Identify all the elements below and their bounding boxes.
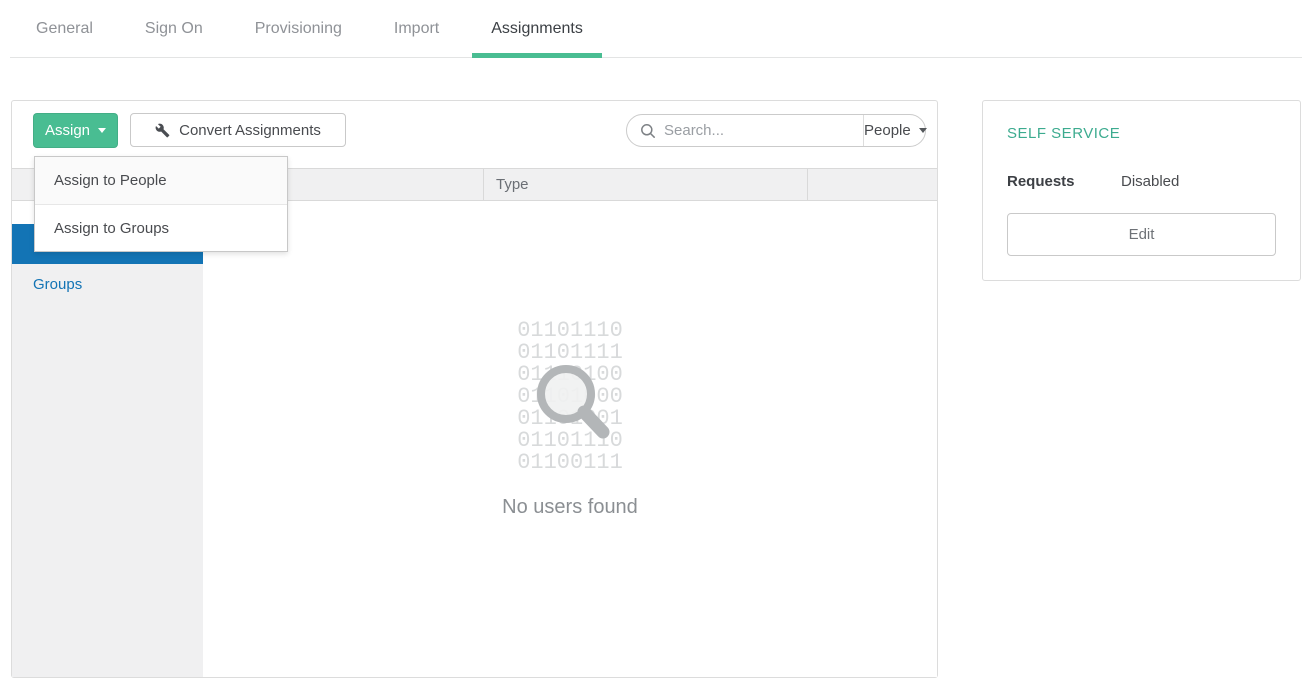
search-input-area xyxy=(627,115,863,146)
convert-assignments-label: Convert Assignments xyxy=(179,122,321,139)
requests-row: Requests Disabled xyxy=(1007,173,1276,190)
chevron-down-icon xyxy=(919,128,927,133)
search-scope-value: People xyxy=(864,122,911,139)
column-header-type: Type xyxy=(483,169,807,200)
empty-results-area: 01101110 01101111 01110100 01101000 0110… xyxy=(203,202,937,677)
tab-assignments[interactable]: Assignments xyxy=(491,0,583,57)
magnifier-icon xyxy=(508,342,632,466)
column-header-actions xyxy=(807,169,937,200)
assign-button-label: Assign xyxy=(45,122,90,139)
no-users-found-message: No users found xyxy=(203,496,937,519)
search-scope-dropdown[interactable]: People xyxy=(863,115,927,146)
self-service-title: SELF SERVICE xyxy=(1007,125,1276,142)
search-icon xyxy=(640,123,656,139)
app-assignments-page: General Sign On Provisioning Import Assi… xyxy=(0,0,1312,686)
edit-button[interactable]: Edit xyxy=(1007,213,1276,256)
requests-status-value: Disabled xyxy=(1121,173,1179,190)
self-service-card: SELF SERVICE Requests Disabled Edit xyxy=(982,100,1301,281)
sidebar-item-groups[interactable]: Groups xyxy=(12,264,203,304)
convert-assignments-button[interactable]: Convert Assignments xyxy=(130,113,346,147)
requests-label: Requests xyxy=(1007,173,1121,190)
menu-item-assign-to-people[interactable]: Assign to People xyxy=(35,157,287,204)
tab-provisioning[interactable]: Provisioning xyxy=(255,0,342,57)
assignments-content: People Groups 01101110 01101111 01110100… xyxy=(12,202,937,677)
assign-button[interactable]: Assign xyxy=(33,113,118,148)
chevron-down-icon xyxy=(98,128,106,133)
assign-dropdown-menu: Assign to People Assign to Groups xyxy=(34,156,288,252)
tab-import[interactable]: Import xyxy=(394,0,439,57)
search-box: People xyxy=(626,114,926,147)
tab-sign-on[interactable]: Sign On xyxy=(145,0,203,57)
wrench-icon xyxy=(155,123,170,138)
tab-general[interactable]: General xyxy=(36,0,93,57)
assignments-sidebar: People Groups xyxy=(12,202,203,677)
menu-item-assign-to-groups[interactable]: Assign to Groups xyxy=(35,204,287,251)
assignments-panel: Assign Convert Assignments P xyxy=(11,100,938,678)
search-input[interactable] xyxy=(664,122,863,139)
tab-bar: General Sign On Provisioning Import Assi… xyxy=(10,0,1302,58)
